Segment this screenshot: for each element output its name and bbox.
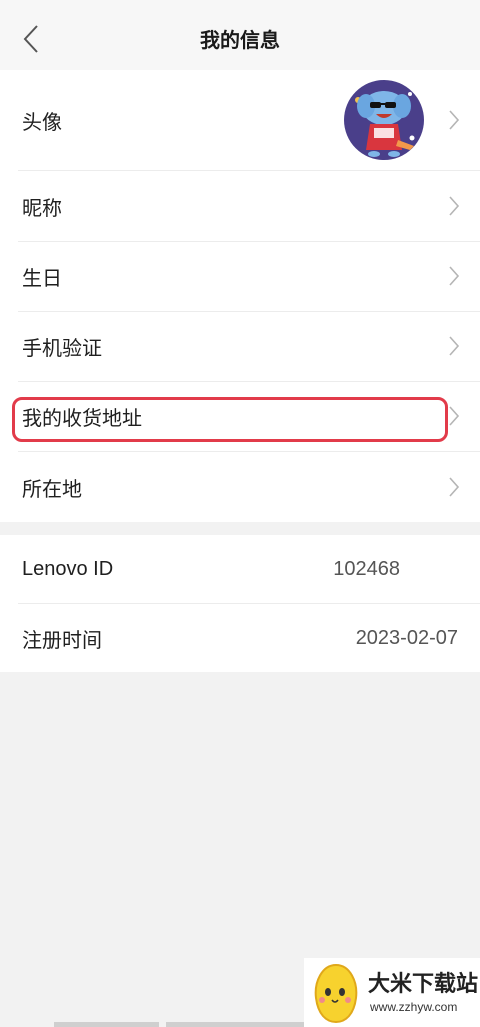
chevron-right-icon xyxy=(449,266,460,286)
watermark: 大米下载站 www.zzhyw.com xyxy=(304,958,480,1027)
registration-time-row: 注册时间 2023-02-07 xyxy=(0,604,480,672)
top-bar: 我的信息 xyxy=(0,0,480,76)
watermark-name: 大米下载站 xyxy=(368,972,479,997)
watermark-url: www.zzhyw.com xyxy=(370,1000,458,1014)
phone-verification-row[interactable]: 手机验证 xyxy=(0,312,480,381)
chevron-right-icon xyxy=(449,336,460,356)
location-row[interactable]: 所在地 xyxy=(0,452,480,522)
lenovo-id-row: Lenovo ID 102468 xyxy=(0,535,480,603)
profile-settings-group: 头像 昵称 生日 手机验证 我的收货地址 所在地 xyxy=(0,70,480,522)
birthday-row[interactable]: 生日 xyxy=(0,242,480,311)
row-label: 所在地 xyxy=(22,476,82,501)
avatar-row[interactable]: 头像 xyxy=(0,70,480,170)
chevron-right-icon xyxy=(449,406,460,426)
row-label: 生日 xyxy=(22,266,62,290)
chevron-right-icon xyxy=(449,110,460,130)
home-indicator xyxy=(166,1022,304,1027)
chevron-left-icon xyxy=(23,25,38,53)
nickname-row[interactable]: 昵称 xyxy=(0,171,480,241)
lenovo-id-value: 102468 xyxy=(333,557,400,580)
row-label: 头像 xyxy=(22,109,62,134)
back-button[interactable] xyxy=(14,20,48,58)
chevron-right-icon xyxy=(449,477,460,497)
registration-date-value: 2023-02-07 xyxy=(355,626,458,649)
row-label: 昵称 xyxy=(22,195,62,220)
home-indicator xyxy=(54,1022,159,1027)
mascot-logo-icon xyxy=(314,963,358,1024)
row-label: 注册时间 xyxy=(22,627,102,652)
highlight-box xyxy=(12,397,448,442)
row-label: 手机验证 xyxy=(22,336,102,360)
row-label: Lenovo ID xyxy=(22,557,114,580)
account-info-group: Lenovo ID 102468 注册时间 2023-02-07 xyxy=(0,535,480,672)
avatar xyxy=(344,80,424,160)
chevron-right-icon xyxy=(449,196,460,216)
page-title: 我的信息 xyxy=(200,27,280,52)
